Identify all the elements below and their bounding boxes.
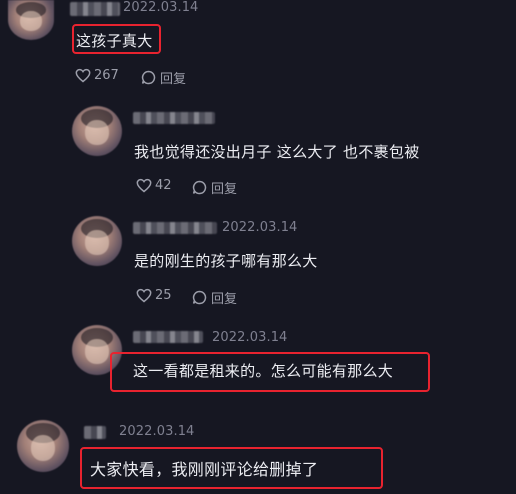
avatar[interactable]: [8, 0, 54, 40]
heart-icon: [136, 178, 152, 193]
reply-label: 回复: [211, 182, 238, 197]
comment-date: 2022.03.14: [212, 330, 288, 345]
comment-date: 2022.03.14: [222, 220, 298, 235]
avatar[interactable]: [17, 420, 69, 472]
like-count: 25: [155, 288, 172, 303]
reply-bubble-icon: [192, 180, 207, 195]
like-count: 42: [155, 178, 172, 193]
reply-button[interactable]: 回复: [192, 288, 237, 307]
reply-bubble-icon: [192, 290, 207, 305]
avatar[interactable]: [72, 106, 122, 156]
reply-button[interactable]: 回复: [192, 178, 237, 197]
reply-button[interactable]: 回复: [141, 68, 186, 87]
like-button[interactable]: 42: [136, 178, 172, 193]
comment-date: 2022.03.14: [123, 0, 199, 15]
highlight-box: [110, 352, 430, 392]
reply-bubble-icon: [141, 70, 156, 85]
avatar[interactable]: [72, 216, 122, 266]
comment-text: 我也觉得还没出月子 这么大了 也不裹包被: [134, 143, 420, 161]
reply-label: 回复: [160, 72, 187, 87]
comment-date: 2022.03.14: [119, 424, 195, 439]
username-blurred[interactable]: [70, 2, 120, 16]
username-blurred[interactable]: [133, 331, 203, 343]
like-button[interactable]: 25: [136, 288, 172, 303]
username-blurred[interactable]: [133, 112, 215, 124]
highlight-box: [80, 447, 383, 489]
like-count: 267: [94, 68, 119, 83]
like-button[interactable]: 267: [75, 68, 119, 83]
heart-icon: [75, 68, 91, 83]
highlight-box: [72, 24, 161, 54]
reply-label: 回复: [211, 292, 238, 307]
username-blurred[interactable]: [133, 222, 217, 234]
heart-icon: [136, 288, 152, 303]
username-blurred[interactable]: [84, 426, 106, 439]
comment-text: 是的刚生的孩子哪有那么大: [134, 252, 318, 270]
